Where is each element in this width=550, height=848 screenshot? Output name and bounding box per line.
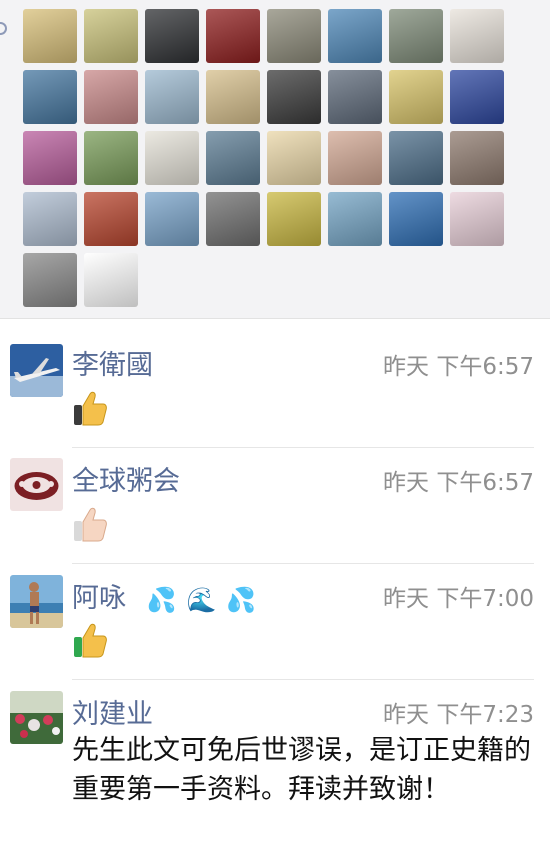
avatar-shading (145, 9, 199, 63)
avatar-woman-flowers[interactable] (23, 131, 77, 185)
avatar-lotus[interactable] (328, 192, 382, 246)
avatar-shading (23, 131, 77, 185)
avatar-shading (23, 253, 77, 307)
avatar-award-man[interactable] (84, 192, 138, 246)
avatar-shading (145, 70, 199, 124)
likes-panel (0, 0, 550, 318)
avatar-cartoon-girl[interactable] (450, 192, 504, 246)
avatar-shading (267, 9, 321, 63)
water-wave-icon: 🌊 (186, 585, 217, 614)
avatar-patterned-tile[interactable] (389, 70, 443, 124)
avatar-airbus-plane[interactable] (10, 344, 63, 397)
avatar-singer-stage[interactable] (450, 70, 504, 124)
avatar-grey-flowers[interactable] (23, 253, 77, 307)
avatar-woman-red[interactable] (328, 131, 382, 185)
avatar-shading (84, 253, 138, 307)
avatar-man-black-white[interactable] (206, 192, 260, 246)
sweat-droplets-icon: 💦 (226, 585, 257, 614)
avatar-calligraphy-love[interactable] (84, 253, 138, 307)
comment-author[interactable]: 全球粥会 (72, 459, 180, 498)
avatar-golden-phoenix[interactable] (206, 70, 260, 124)
avatar-cyclist[interactable] (145, 70, 199, 124)
avatar-shading (267, 70, 321, 124)
avatar-man-beach[interactable] (328, 9, 382, 63)
avatar-woman-portrait[interactable] (450, 9, 504, 63)
avatar-dark-silhouette[interactable] (145, 9, 199, 63)
avatar-shading (206, 131, 260, 185)
avatar-shading (145, 131, 199, 185)
avatar-shading (84, 70, 138, 124)
avatar-peony-painting[interactable] (84, 70, 138, 124)
avatar-shading (389, 131, 443, 185)
avatar-shading (267, 192, 321, 246)
avatar-white-flower[interactable] (206, 131, 260, 185)
liker-avatar-grid (23, 9, 504, 307)
avatar-shading (84, 192, 138, 246)
comment-time: 昨天 下午7:00 (383, 586, 534, 612)
thumbs-up-icon (72, 505, 108, 547)
avatar-shading (145, 192, 199, 246)
comment-author[interactable]: 阿咏 💦 🌊 💦 (72, 576, 256, 615)
avatar-red-flowers-sign[interactable] (206, 9, 260, 63)
avatar-shading (389, 70, 443, 124)
avatar-shading (206, 192, 260, 246)
avatar-yellow-field[interactable] (267, 192, 321, 246)
avatar-shading (267, 131, 321, 185)
heart-outline-icon (0, 22, 7, 35)
comment-time: 昨天 下午7:23 (383, 702, 534, 728)
avatar-man-suit[interactable] (328, 70, 382, 124)
avatar-shading (23, 192, 77, 246)
author-name[interactable]: 阿咏 (72, 583, 126, 614)
avatar-man-yellow-tie[interactable] (23, 9, 77, 63)
avatar-shading (84, 131, 138, 185)
avatar-shading (450, 70, 504, 124)
name-emojis: 💦 🌊 💦 (147, 586, 257, 614)
avatar-golf-course[interactable] (84, 131, 138, 185)
thumbs-up-icon (72, 621, 108, 663)
avatar-shading (206, 70, 260, 124)
avatar-shading (389, 9, 443, 63)
avatar-shading (23, 9, 77, 63)
avatar-shading (328, 70, 382, 124)
avatar-blue-porcelain[interactable] (23, 192, 77, 246)
avatar-cloud-logo[interactable] (10, 458, 63, 511)
avatar-shading (450, 192, 504, 246)
avatar-shading (389, 192, 443, 246)
avatar-flower-garden[interactable] (10, 691, 63, 744)
avatar-shading (450, 131, 504, 185)
avatar-man-seaside[interactable] (10, 575, 63, 628)
avatar-fruit-bowl[interactable] (84, 9, 138, 63)
comment-author[interactable]: 李衛國 (72, 343, 153, 382)
avatar-misty-landscape[interactable] (450, 131, 504, 185)
avatar-gold-coin[interactable] (267, 131, 321, 185)
avatar-shading (23, 70, 77, 124)
comment-time: 昨天 下午6:57 (383, 470, 534, 496)
comment-divider (72, 447, 534, 448)
comment-divider (72, 563, 534, 564)
avatar-man-outdoors[interactable] (389, 9, 443, 63)
avatar-shading (84, 9, 138, 63)
avatar-wave-art[interactable] (389, 131, 443, 185)
comment-time: 昨天 下午6:57 (383, 354, 534, 380)
comment-text: 先生此文可免后世谬误，是订正史籍的重要第一手资料。拜读并致谢！ (72, 735, 531, 805)
avatar-sea-horizon[interactable] (23, 70, 77, 124)
avatar-flying-bird[interactable] (145, 192, 199, 246)
comment-author[interactable]: 刘建业 (72, 692, 153, 731)
avatar-pagoda[interactable] (267, 9, 321, 63)
thumbs-up-icon (72, 389, 108, 431)
avatar-man-dark-scene[interactable] (267, 70, 321, 124)
sweat-droplets-icon: 💦 (146, 585, 177, 614)
avatar-shading (328, 131, 382, 185)
comment-divider (72, 679, 534, 680)
avatar-shading (450, 9, 504, 63)
comment-list: 李衛國 昨天 下午6:57 全球粥会 昨天 下午6:57 阿咏 💦 🌊 💦 昨天… (0, 318, 550, 848)
avatar-calligraphy[interactable] (145, 131, 199, 185)
avatar-shading (206, 9, 260, 63)
avatar-ocean-blue[interactable] (389, 192, 443, 246)
avatar-shading (328, 9, 382, 63)
avatar-shading (328, 192, 382, 246)
